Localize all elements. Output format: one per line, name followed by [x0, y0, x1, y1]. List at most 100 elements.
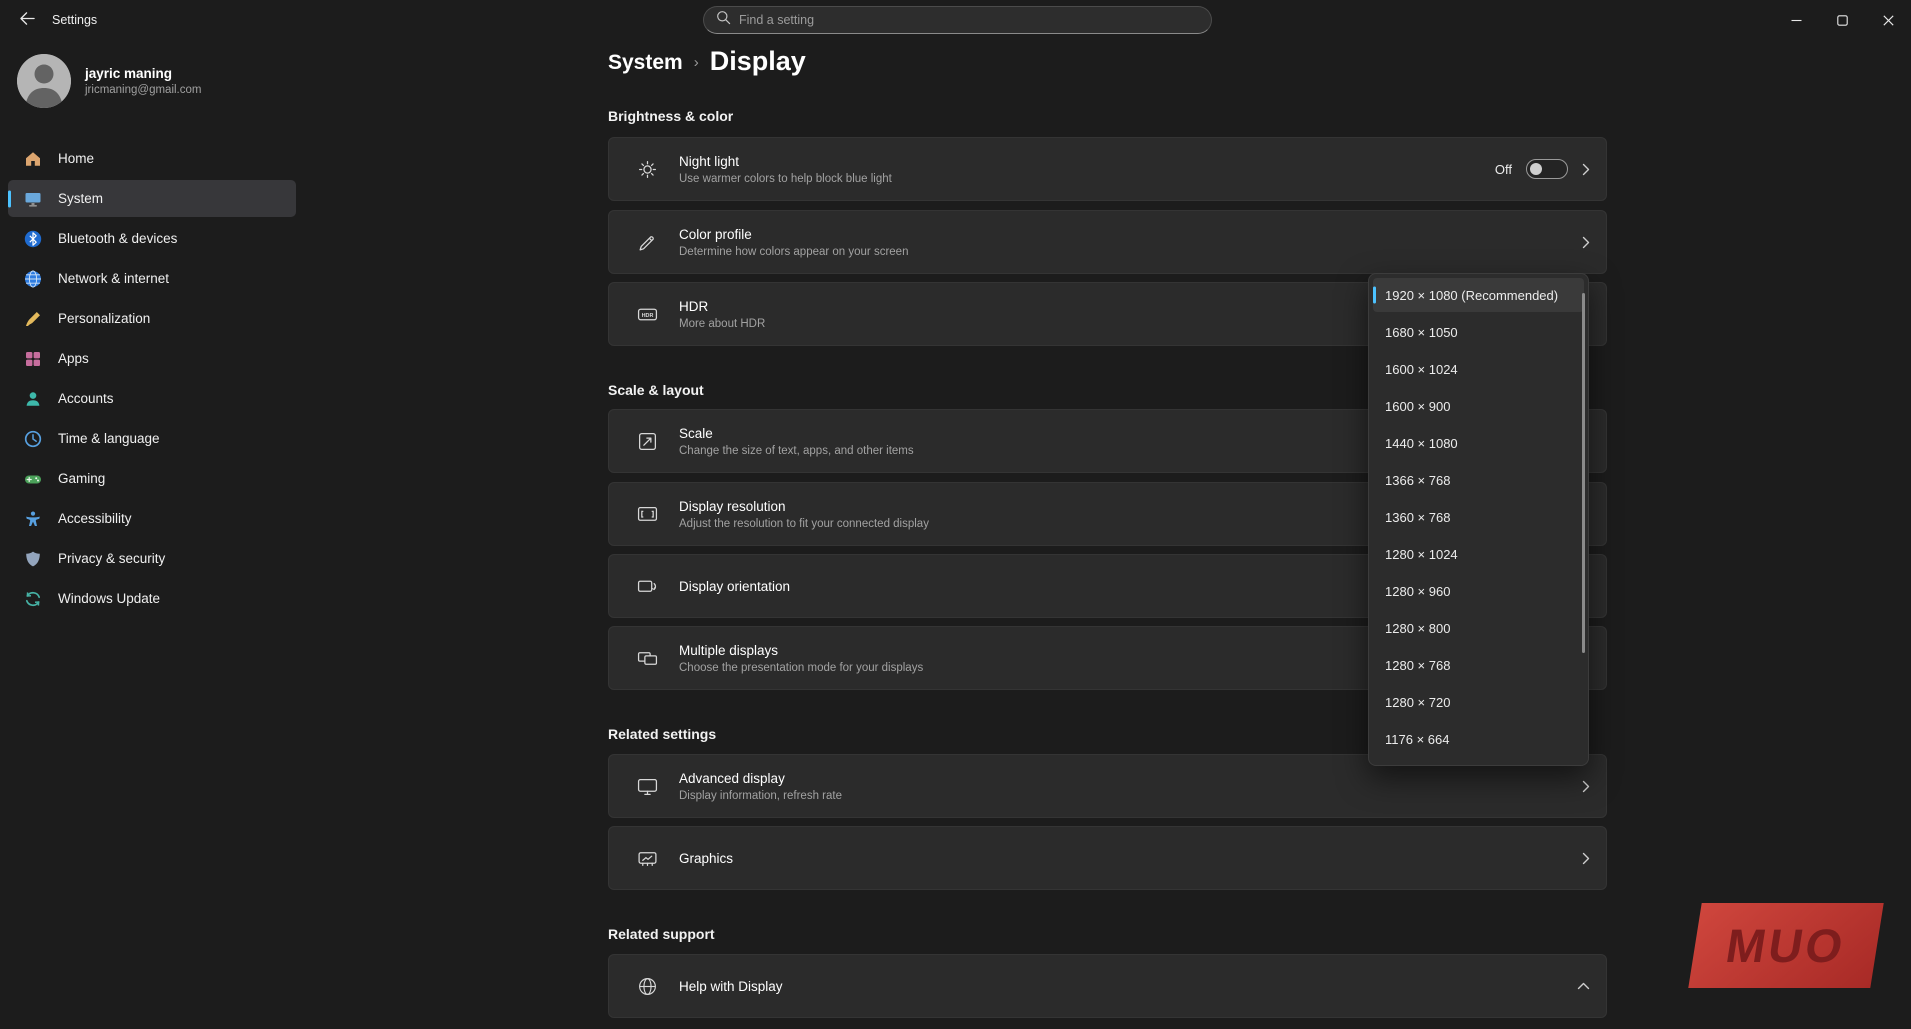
breadcrumb-parent[interactable]: System	[608, 51, 683, 77]
sidebar-item-apps[interactable]: Apps	[8, 340, 296, 377]
shield-icon	[24, 550, 42, 568]
window-controls	[1773, 0, 1911, 40]
system-icon	[24, 190, 42, 208]
minimize-button[interactable]	[1773, 0, 1819, 40]
sidebar-item-label: Gaming	[58, 471, 105, 486]
card-subtitle: Determine how colors appear on your scre…	[679, 246, 1582, 258]
network-globe-icon	[24, 270, 42, 288]
card-title: Graphics	[679, 851, 1582, 866]
search-input[interactable]	[739, 13, 1199, 27]
avatar[interactable]	[17, 54, 71, 108]
resolution-option-1920x1080[interactable]: 1920 × 1080 (Recommended)	[1373, 278, 1584, 312]
clock-icon	[24, 430, 42, 448]
resolution-option-1366x768[interactable]: 1366 × 768	[1373, 463, 1584, 497]
chevron-up-icon[interactable]	[1577, 982, 1590, 990]
resolution-option-1440x1080[interactable]: 1440 × 1080	[1373, 426, 1584, 460]
sidebar-item-label: System	[58, 191, 103, 206]
resolution-dropdown: 1920 × 1080 (Recommended) 1680 × 1050 16…	[1368, 273, 1589, 766]
card-controls: Off	[1495, 159, 1590, 179]
home-icon	[24, 150, 42, 168]
night-light-toggle-state: Off	[1495, 162, 1512, 177]
sidebar-item-label: Accessibility	[58, 511, 132, 526]
section-heading-brightness: Brightness & color	[608, 108, 733, 124]
hdr-icon: HDR	[635, 304, 659, 325]
resolution-option-label: 1600 × 1024	[1385, 362, 1458, 377]
maximize-button[interactable]	[1819, 0, 1865, 40]
resolution-option-1600x900[interactable]: 1600 × 900	[1373, 389, 1584, 423]
sidebar-item-label: Time & language	[58, 431, 160, 446]
help-with-display-card[interactable]: Help with Display	[608, 954, 1607, 1018]
card-text: Advanced display Display information, re…	[679, 771, 1582, 802]
breadcrumb-separator-icon: ›	[694, 54, 699, 77]
card-text: Color profile Determine how colors appea…	[679, 227, 1582, 258]
resolution-option-1280x720[interactable]: 1280 × 720	[1373, 685, 1584, 719]
muo-logo: MUO	[1688, 903, 1883, 988]
section-heading-scale-layout: Scale & layout	[608, 382, 704, 398]
resolution-option-1280x1024[interactable]: 1280 × 1024	[1373, 537, 1584, 571]
sidebar-item-privacy[interactable]: Privacy & security	[8, 540, 296, 577]
section-heading-related-support: Related support	[608, 926, 715, 942]
sidebar-item-label: Windows Update	[58, 591, 160, 606]
back-button[interactable]	[12, 8, 42, 33]
card-text: Graphics	[679, 851, 1582, 866]
sidebar-item-time-language[interactable]: Time & language	[8, 420, 296, 457]
night-light-card[interactable]: Night light Use warmer colors to help bl…	[608, 137, 1607, 201]
card-text: Night light Use warmer colors to help bl…	[679, 154, 1495, 185]
color-profile-card[interactable]: Color profile Determine how colors appea…	[608, 210, 1607, 274]
resolution-option-label: 1280 × 768	[1385, 658, 1450, 673]
resolution-option-label: 1280 × 800	[1385, 621, 1450, 636]
sidebar-item-accounts[interactable]: Accounts	[8, 380, 296, 417]
sidebar-item-system[interactable]: System	[8, 180, 296, 217]
sidebar-item-bluetooth[interactable]: Bluetooth & devices	[8, 220, 296, 257]
card-controls	[1582, 780, 1590, 793]
resolution-option-label: 1366 × 768	[1385, 473, 1450, 488]
chevron-right-icon[interactable]	[1582, 163, 1590, 176]
night-light-icon	[635, 159, 659, 180]
card-subtitle: Display information, refresh rate	[679, 790, 1582, 802]
chevron-right-icon[interactable]	[1582, 236, 1590, 249]
display-resolution-icon	[635, 504, 659, 525]
search-box[interactable]	[703, 6, 1212, 34]
card-controls	[1582, 236, 1590, 249]
resolution-option-1280x800[interactable]: 1280 × 800	[1373, 611, 1584, 645]
resolution-option-label: 1280 × 960	[1385, 584, 1450, 599]
display-orientation-icon	[635, 576, 659, 597]
card-title: Advanced display	[679, 771, 1582, 786]
chevron-right-icon[interactable]	[1582, 780, 1590, 793]
selected-indicator	[8, 190, 11, 207]
sidebar-item-label: Personalization	[58, 311, 150, 326]
bluetooth-icon	[24, 230, 42, 248]
back-arrow-icon	[19, 11, 36, 31]
sidebar-item-personalization[interactable]: Personalization	[8, 300, 296, 337]
titlebar: Settings	[0, 0, 1911, 40]
resolution-option-label: 1920 × 1080 (Recommended)	[1385, 288, 1558, 303]
card-controls	[1577, 982, 1590, 990]
close-button[interactable]	[1865, 0, 1911, 40]
night-light-toggle[interactable]	[1526, 159, 1568, 179]
card-subtitle: Use warmer colors to help block blue lig…	[679, 173, 1495, 185]
sidebar-item-windows-update[interactable]: Windows Update	[8, 580, 296, 617]
resolution-option-1600x1024[interactable]: 1600 × 1024	[1373, 352, 1584, 386]
update-arrows-icon	[24, 590, 42, 608]
resolution-option-1280x768[interactable]: 1280 × 768	[1373, 648, 1584, 682]
sidebar-item-label: Privacy & security	[58, 551, 165, 566]
resolution-option-label: 1176 × 664	[1385, 732, 1449, 747]
resolution-option-1176x664[interactable]: 1176 × 664	[1373, 722, 1584, 756]
resolution-option-label: 1600 × 900	[1385, 399, 1450, 414]
resolution-option-label: 1440 × 1080	[1385, 436, 1458, 451]
sidebar-item-gaming[interactable]: Gaming	[8, 460, 296, 497]
sidebar-item-home[interactable]: Home	[8, 140, 296, 177]
dropdown-scrollbar[interactable]	[1582, 293, 1585, 653]
app-title: Settings	[52, 0, 97, 40]
chevron-right-icon[interactable]	[1582, 852, 1590, 865]
sidebar-item-network[interactable]: Network & internet	[8, 260, 296, 297]
sidebar-item-accessibility[interactable]: Accessibility	[8, 500, 296, 537]
sidebar-item-label: Home	[58, 151, 94, 166]
resolution-option-1680x1050[interactable]: 1680 × 1050	[1373, 315, 1584, 349]
graphics-card[interactable]: Graphics	[608, 826, 1607, 890]
svg-text:HDR: HDR	[641, 313, 653, 319]
resolution-option-1360x768[interactable]: 1360 × 768	[1373, 500, 1584, 534]
gamepad-icon	[24, 470, 42, 488]
resolution-option-1280x960[interactable]: 1280 × 960	[1373, 574, 1584, 608]
sidebar-item-label: Apps	[58, 351, 89, 366]
